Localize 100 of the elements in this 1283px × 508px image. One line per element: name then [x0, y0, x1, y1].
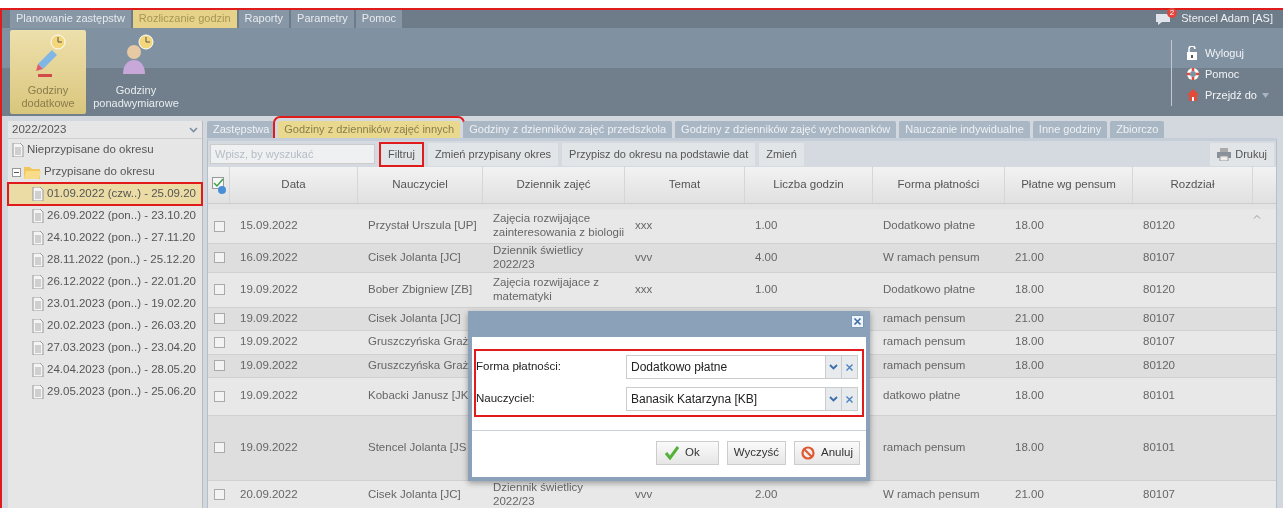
- tree-item[interactable]: 27.03.2023 (pon..) - 23.04.20: [8, 337, 202, 359]
- table-cell: 19.09.2022: [240, 440, 298, 455]
- table-cell: ramach pensum: [883, 311, 966, 326]
- row-checkbox[interactable]: [213, 360, 225, 372]
- ribbon-button[interactable]: Godziny ponadwymiarowe: [86, 30, 186, 114]
- close-icon: [851, 314, 864, 328]
- close-icon: [846, 363, 853, 371]
- table-cell: 1.00: [755, 282, 778, 297]
- folder-icon: [24, 165, 41, 179]
- toolbar-button[interactable]: Filtruj: [379, 141, 424, 167]
- table-cell: 80107: [1143, 311, 1175, 326]
- print-button[interactable]: Drukuj: [1210, 142, 1274, 166]
- table-cell: ramach pensum: [883, 335, 966, 350]
- user-name: Stencel Adam [AS]: [1181, 12, 1273, 26]
- user-menu-item[interactable]: Przejdź do: [1186, 88, 1269, 103]
- table-cell: ramach pensum: [883, 358, 966, 373]
- tree-item[interactable]: 29.05.2023 (pon..) - 25.06.20: [8, 381, 202, 403]
- table-cell-text: Zajęcia rozwijajace z matematyki: [493, 276, 601, 304]
- table-cell: 21.00: [1015, 251, 1044, 265]
- tree-item[interactable]: 01.09.2022 (czw..) - 25.09.20: [8, 183, 202, 205]
- tree-item[interactable]: 26.12.2022 (pon..) - 22.01.20: [8, 271, 202, 293]
- document-icon: [32, 319, 44, 333]
- document-icon: [32, 187, 44, 201]
- chevron-icon: [189, 126, 198, 133]
- close-icon: [846, 395, 853, 403]
- caret-icon: [1262, 93, 1269, 98]
- table-cell: Stencel Jolanta [JS: [368, 440, 467, 455]
- check-icon: [665, 446, 680, 460]
- table-cell: Kobacki Janusz [JK: [368, 389, 469, 404]
- row-checkbox[interactable]: [213, 220, 225, 232]
- row-checkbox[interactable]: [213, 313, 225, 325]
- column-header: Temat: [625, 167, 745, 204]
- chat-icon: [1155, 12, 1172, 26]
- table-cell: 19.09.2022: [240, 335, 298, 350]
- column-header: Dziennik zajęć: [483, 167, 625, 204]
- table-cell: Gruszczyńska Graż: [368, 335, 469, 350]
- column-header: Liczba godzin: [745, 167, 873, 204]
- table-cell: 15.09.2022: [240, 219, 298, 234]
- toolbar-button[interactable]: Przypisz do okresu na podstawie dat: [562, 142, 756, 166]
- table-cell: 19.09.2022: [240, 389, 298, 404]
- dialog-button[interactable]: Anuluj: [794, 441, 860, 465]
- table-cell: xxx: [635, 219, 653, 234]
- tree-item[interactable]: 24.04.2023 (pon..) - 28.05.20: [8, 359, 202, 381]
- table-cell-text: Dziennik świetlicy 2022/23: [493, 244, 585, 272]
- document-icon: [32, 253, 44, 267]
- table-cell: Bober Zbigniew [ZB]: [368, 282, 473, 297]
- dropdown-field[interactable]: Banasik Katarzyna [KB]: [626, 387, 858, 411]
- table-cell: datkowo płatne: [883, 389, 961, 404]
- row-checkbox[interactable]: [213, 489, 225, 501]
- table-cell: 80107: [1143, 335, 1175, 350]
- select-all-icon: [211, 176, 226, 194]
- table-cell: W ramach pensum: [883, 487, 980, 502]
- dropdown-field[interactable]: Dodatkowo płatne: [626, 355, 858, 379]
- tree-item[interactable]: 26.09.2022 (pon..) - 23.10.20: [8, 205, 202, 227]
- scroll-up-icon: [1253, 213, 1261, 219]
- year-select[interactable]: 2022/2023: [8, 121, 202, 139]
- clear-button[interactable]: [841, 388, 857, 410]
- table-cell: 19.09.2022: [240, 311, 298, 326]
- table-cell: 16.09.2022: [240, 251, 298, 265]
- table-cell: 18.00: [1015, 335, 1044, 350]
- row-checkbox[interactable]: [213, 336, 225, 348]
- table-cell: Przystał Urszula [UP]: [368, 219, 477, 234]
- notification-count: 2: [1166, 7, 1178, 18]
- table-cell: vvv: [635, 251, 653, 265]
- table-cell: W ramach pensum: [883, 251, 980, 265]
- tree-item[interactable]: 24.10.2022 (pon..) - 27.11.20: [8, 227, 202, 249]
- table-cell: xxx: [635, 282, 653, 297]
- table-cell: 1.00: [755, 219, 778, 234]
- toolbar-button[interactable]: Zmień: [759, 142, 804, 166]
- row-checkbox[interactable]: [213, 390, 225, 402]
- printer-icon: [1217, 147, 1232, 161]
- document-icon: [32, 231, 44, 245]
- table-cell: Dodatkowo płatne: [883, 219, 976, 234]
- tree-item[interactable]: Nieprzypisane do okresu: [8, 139, 202, 161]
- dropdown-button[interactable]: [825, 356, 841, 378]
- row-checkbox[interactable]: [213, 442, 225, 454]
- column-header: Data: [230, 167, 358, 204]
- close-button[interactable]: [851, 314, 864, 328]
- chevron-icon: [829, 396, 838, 402]
- tree-item[interactable]: 23.01.2023 (pon..) - 19.02.20: [8, 293, 202, 315]
- table-cell: 80101: [1143, 389, 1175, 404]
- dialog-button[interactable]: Wyczyść: [726, 441, 787, 465]
- table-cell: 80101: [1143, 440, 1175, 455]
- dialog-button[interactable]: Ok: [656, 441, 719, 465]
- row-checkbox[interactable]: [213, 284, 225, 296]
- table-cell: 21.00: [1015, 487, 1044, 502]
- table-cell: 80120: [1143, 358, 1175, 373]
- collapse-icon: [12, 167, 21, 177]
- dropdown-button[interactable]: [825, 388, 841, 410]
- clear-button[interactable]: [841, 356, 857, 378]
- tree-item[interactable]: 28.11.2022 (pon..) - 25.12.20: [8, 249, 202, 271]
- row-checkbox[interactable]: [213, 252, 225, 264]
- user-menu-item[interactable]: Pomoc: [1186, 67, 1269, 82]
- toolbar-button[interactable]: Zmień przypisany okres: [427, 142, 559, 166]
- table-cell: Gruszczyńska Graż: [368, 358, 469, 373]
- tree-item[interactable]: 20.02.2023 (pon..) - 26.03.20: [8, 315, 202, 337]
- table-cell: 19.09.2022: [240, 282, 298, 297]
- table-cell: 80120: [1143, 219, 1175, 234]
- table-cell: 20.09.2022: [240, 487, 298, 502]
- table-cell: 4.00: [755, 251, 778, 265]
